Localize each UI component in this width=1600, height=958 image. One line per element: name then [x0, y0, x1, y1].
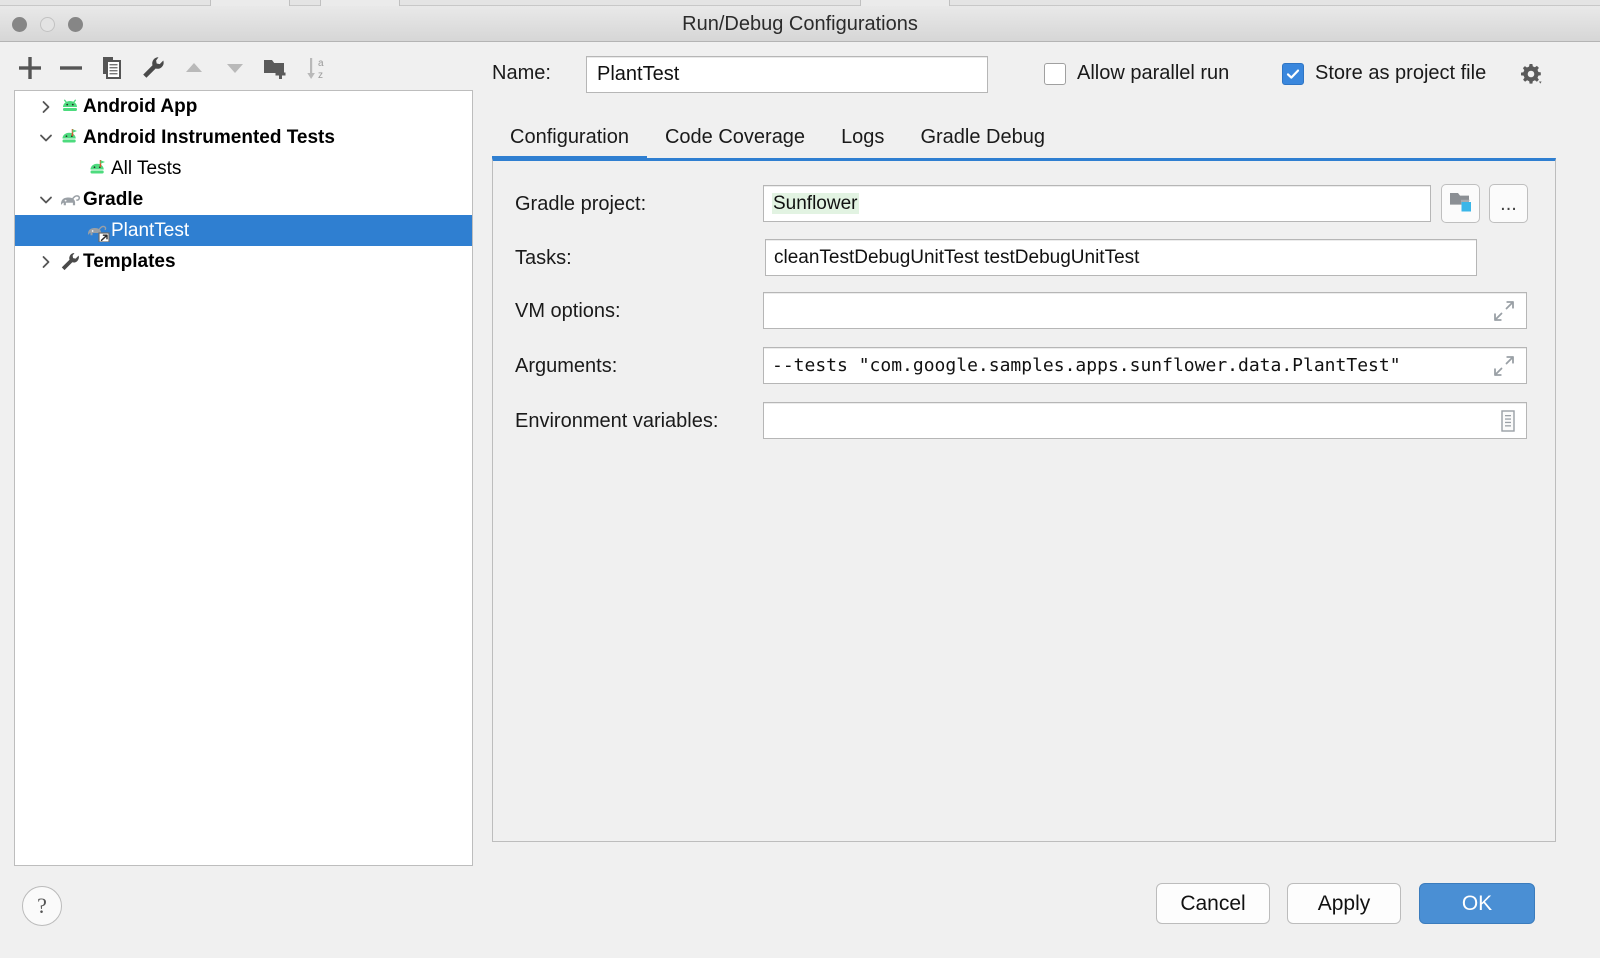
help-button[interactable]: ? — [22, 886, 62, 926]
wrench-icon — [140, 55, 166, 81]
android-icon — [57, 96, 83, 118]
tasks-label: Tasks: — [515, 247, 572, 270]
tree-item-label: Templates — [83, 251, 176, 273]
remove-configuration-button[interactable] — [51, 48, 91, 88]
cancel-button[interactable]: Cancel — [1156, 883, 1270, 924]
chevron-down-icon[interactable] — [35, 193, 57, 207]
ok-button[interactable]: OK — [1419, 883, 1535, 924]
gradle-elephant-icon — [57, 189, 83, 211]
store-as-project-file-checkbox[interactable]: Store as project file — [1282, 62, 1486, 85]
tree-item-label: Gradle — [83, 189, 143, 211]
tree-item-templates[interactable]: Templates — [15, 246, 472, 277]
android-test-icon — [57, 127, 83, 149]
tab-code-coverage[interactable]: Code Coverage — [647, 118, 823, 156]
add-configuration-button[interactable] — [10, 48, 50, 88]
vm-options-input[interactable] — [763, 292, 1527, 329]
copy-icon — [99, 55, 125, 81]
gradle-run-elephant-icon — [85, 220, 111, 242]
move-down-button[interactable] — [215, 48, 255, 88]
plus-icon — [17, 55, 43, 81]
checkbox-box-checked[interactable] — [1282, 63, 1304, 85]
tree-item-android-app[interactable]: Android App — [15, 91, 472, 122]
question-mark-icon: ? — [37, 893, 47, 919]
apply-button[interactable]: Apply — [1287, 883, 1401, 924]
minus-icon — [58, 55, 84, 81]
triangle-up-icon — [181, 55, 207, 81]
allow-parallel-run-checkbox[interactable]: Allow parallel run — [1044, 62, 1229, 85]
copy-configuration-button[interactable] — [92, 48, 132, 88]
wrench-icon — [57, 251, 83, 273]
tree-item-label: Android Instrumented Tests — [83, 127, 335, 149]
window-titlebar: Run/Debug Configurations — [0, 6, 1600, 42]
tree-item-label: All Tests — [111, 158, 181, 180]
variables-list-icon[interactable] — [1501, 410, 1515, 432]
gradle-project-browse-button[interactable] — [1441, 184, 1480, 223]
configuration-tabs[interactable]: Configuration Code Coverage Logs Gradle … — [492, 118, 1063, 156]
gradle-project-value: Sunflower — [772, 193, 859, 214]
environment-variables-input[interactable] — [763, 402, 1527, 439]
sort-az-icon: a z — [304, 55, 330, 81]
store-as-project-file-label: Store as project file — [1315, 62, 1486, 85]
tab-configuration[interactable]: Configuration — [492, 118, 647, 156]
folder-open-icon — [1448, 189, 1474, 218]
svg-text:z: z — [318, 70, 323, 81]
triangle-down-icon — [222, 55, 248, 81]
arguments-label: Arguments: — [515, 355, 617, 378]
environment-variables-label: Environment variables: — [515, 410, 718, 433]
name-label: Name: — [492, 62, 551, 85]
chevron-right-icon[interactable] — [35, 100, 57, 114]
gradle-project-input[interactable]: Sunflower — [763, 185, 1431, 222]
tab-logs[interactable]: Logs — [823, 118, 902, 156]
svg-text:a: a — [318, 58, 324, 69]
configurations-tree[interactable]: Android App Android Instrumented Tests — [14, 90, 473, 866]
gradle-project-more-button[interactable]: ... — [1489, 184, 1528, 223]
tree-item-all-tests[interactable]: All Tests — [15, 153, 472, 184]
gear-icon[interactable] — [1519, 62, 1543, 86]
tree-item-android-instrumented-tests[interactable]: Android Instrumented Tests — [15, 122, 472, 153]
tree-item-label: Android App — [83, 96, 197, 118]
new-folder-button[interactable] — [256, 48, 296, 88]
name-input[interactable]: PlantTest — [586, 56, 988, 93]
folder-add-icon — [262, 55, 290, 81]
checkmark-icon — [1285, 66, 1301, 82]
tasks-input[interactable]: cleanTestDebugUnitTest testDebugUnitTest — [765, 239, 1477, 276]
android-test-icon — [85, 158, 111, 180]
tree-item-label: PlantTest — [111, 220, 189, 242]
expand-editor-icon[interactable] — [1493, 300, 1515, 322]
chevron-down-icon[interactable] — [35, 131, 57, 145]
checkbox-box-unchecked[interactable] — [1044, 63, 1066, 85]
tree-item-planttest[interactable]: PlantTest — [15, 215, 472, 246]
move-up-button[interactable] — [174, 48, 214, 88]
allow-parallel-run-label: Allow parallel run — [1077, 62, 1229, 85]
window-title: Run/Debug Configurations — [0, 6, 1600, 42]
edit-templates-button[interactable] — [133, 48, 173, 88]
sort-alphabetically-button[interactable]: a z — [297, 48, 337, 88]
vm-options-label: VM options: — [515, 300, 621, 323]
expand-editor-icon[interactable] — [1493, 355, 1515, 377]
ellipsis-icon: ... — [1500, 198, 1517, 210]
arguments-input[interactable]: --tests "com.google.samples.apps.sunflow… — [763, 347, 1527, 384]
configurations-toolbar: a z — [10, 48, 470, 90]
tab-gradle-debug[interactable]: Gradle Debug — [902, 118, 1063, 156]
gradle-project-label: Gradle project: — [515, 193, 646, 216]
configuration-panel: Gradle project: Sunflower ... Tasks: cle… — [492, 158, 1556, 842]
chevron-right-icon[interactable] — [35, 255, 57, 269]
tree-item-gradle[interactable]: Gradle — [15, 184, 472, 215]
